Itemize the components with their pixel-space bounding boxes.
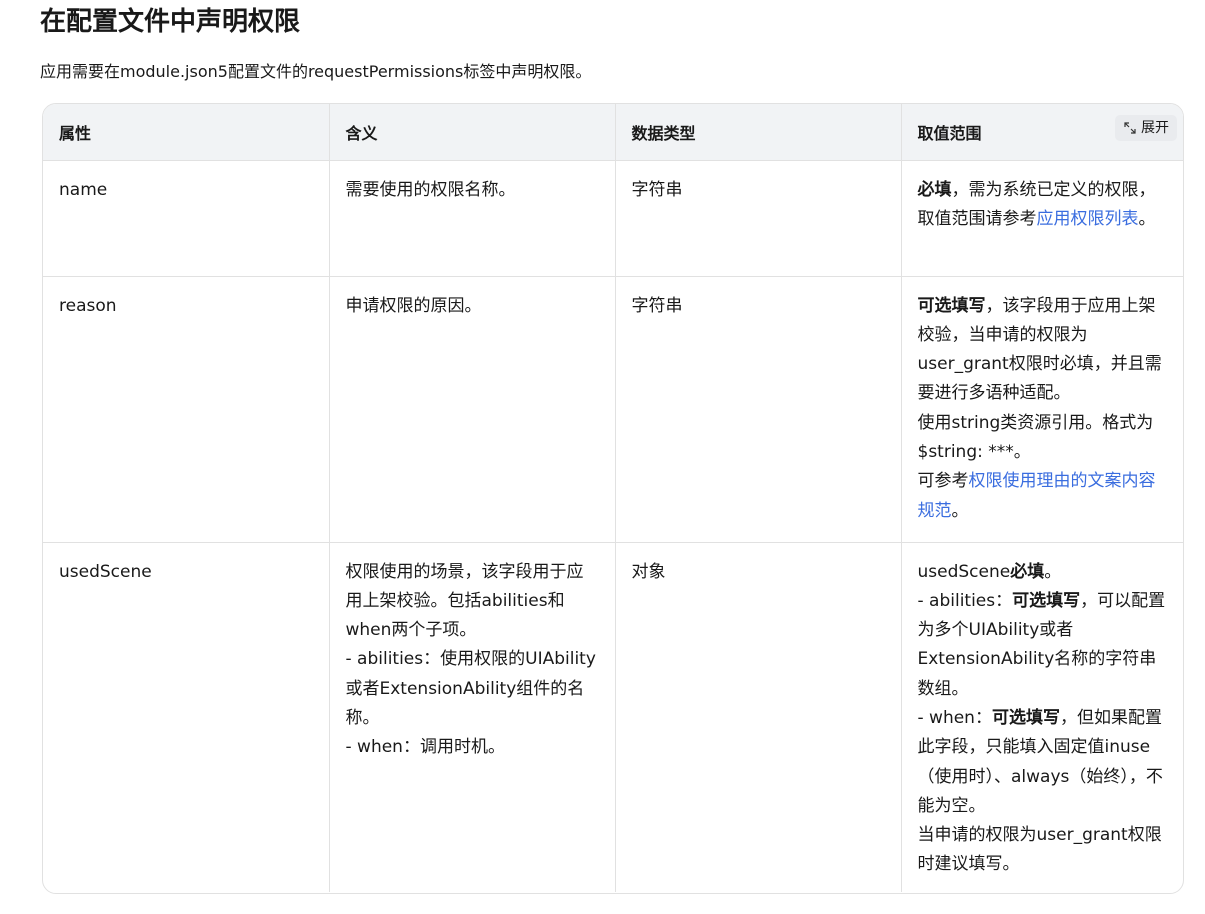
app-permission-list-link[interactable]: 应用权限列表 bbox=[1037, 209, 1139, 229]
range-paragraph: 可选填写，该字段用于应用上架校验，当申请的权限为user_grant权限时必填，… bbox=[918, 292, 1170, 409]
cell-data-type: 字符串 bbox=[614, 275, 901, 542]
column-header-value-range: 取值范围 展开 bbox=[900, 104, 1183, 160]
expand-button-label: 展开 bbox=[1141, 120, 1169, 136]
column-header-value-range-label: 取值范围 bbox=[917, 123, 982, 143]
cell-attribute: name bbox=[43, 159, 329, 276]
table-row: reason 申请权限的原因。 字符串 可选填写，该字段用于应用上架校验，当申请… bbox=[43, 275, 1183, 542]
meaning-paragraph: - abilities：使用权限的UIAbility或者ExtensionAbi… bbox=[345, 649, 596, 728]
cell-meaning: 需要使用的权限名称。 bbox=[328, 159, 615, 276]
expand-icon bbox=[1124, 122, 1136, 134]
range-paragraph: usedScene必填。 bbox=[918, 558, 1170, 587]
intro-text: 应用需要在module.json5配置文件的requestPermissions… bbox=[40, 62, 592, 81]
expand-button[interactable]: 展开 bbox=[1115, 115, 1177, 141]
required-label: 必填 bbox=[1010, 561, 1045, 582]
meaning-paragraph: 权限使用的场景，该字段用于应用上架校验。包括abilities和when两个子项… bbox=[345, 561, 584, 641]
optional-label: 可选填写 bbox=[917, 295, 986, 316]
table-header-row: 属性 含义 数据类型 取值范围 展开 bbox=[43, 104, 1183, 160]
page: 在配置文件中声明权限 应用需要在module.json5配置文件的request… bbox=[0, 0, 1205, 914]
optional-label: 可选填写 bbox=[991, 707, 1060, 728]
range-text-end: 。 bbox=[951, 500, 969, 521]
meaning-paragraph: - when：调用时机。 bbox=[345, 737, 505, 758]
page-title: 在配置文件中声明权限 bbox=[40, 7, 301, 37]
required-label: 必填 bbox=[917, 179, 952, 200]
range-paragraph: - when：可选填写，但如果配置此字段，只能填入固定值inuse（使用时）、a… bbox=[918, 704, 1170, 821]
cell-data-type: 对象 bbox=[614, 541, 901, 892]
cell-attribute: usedScene bbox=[43, 541, 329, 892]
table-row: usedScene 权限使用的场景，该字段用于应用上架校验。包括abilitie… bbox=[43, 541, 1183, 892]
table-row: name 需要使用的权限名称。 字符串 必填，需为系统已定义的权限，取值范围请参… bbox=[43, 159, 1183, 276]
cell-data-type: 字符串 bbox=[614, 159, 901, 276]
range-text-end: 。 bbox=[1138, 208, 1156, 229]
range-paragraph: 当申请的权限为user_grant权限时建议填写。 bbox=[917, 825, 1162, 875]
cell-meaning: 申请权限的原因。 bbox=[328, 275, 615, 542]
range-paragraph: - abilities：可选填写，可以配置为多个UIAbility或者Exten… bbox=[918, 587, 1170, 704]
cell-value-range: usedScene必填。 - abilities：可选填写，可以配置为多个UIA… bbox=[900, 541, 1183, 892]
column-header-attribute: 属性 bbox=[43, 104, 329, 160]
range-text: - when： bbox=[917, 707, 992, 728]
column-header-meaning: 含义 bbox=[328, 104, 615, 160]
range-text: 可参考 bbox=[917, 471, 969, 492]
range-text: - abilities： bbox=[917, 590, 1013, 611]
column-header-data-type: 数据类型 bbox=[614, 104, 901, 160]
optional-label: 可选填写 bbox=[1012, 590, 1081, 611]
range-text-end: 。 bbox=[1044, 561, 1062, 582]
permissions-table: 属性 含义 数据类型 取值范围 展开 name 需要使用的权限名称。 字符串 必… bbox=[42, 103, 1184, 894]
range-paragraph: 使用string类资源引用。格式为$string: ***。 bbox=[917, 412, 1154, 462]
cell-attribute: reason bbox=[43, 275, 329, 542]
cell-meaning: 权限使用的场景，该字段用于应用上架校验。包括abilities和when两个子项… bbox=[328, 541, 615, 892]
cell-value-range: 可选填写，该字段用于应用上架校验，当申请的权限为user_grant权限时必填，… bbox=[900, 275, 1183, 542]
range-text: usedScene bbox=[917, 561, 1011, 582]
cell-value-range: 必填，需为系统已定义的权限，取值范围请参考应用权限列表。 bbox=[900, 159, 1183, 276]
range-paragraph: 可参考权限使用理由的文案内容规范。 bbox=[918, 467, 1170, 526]
